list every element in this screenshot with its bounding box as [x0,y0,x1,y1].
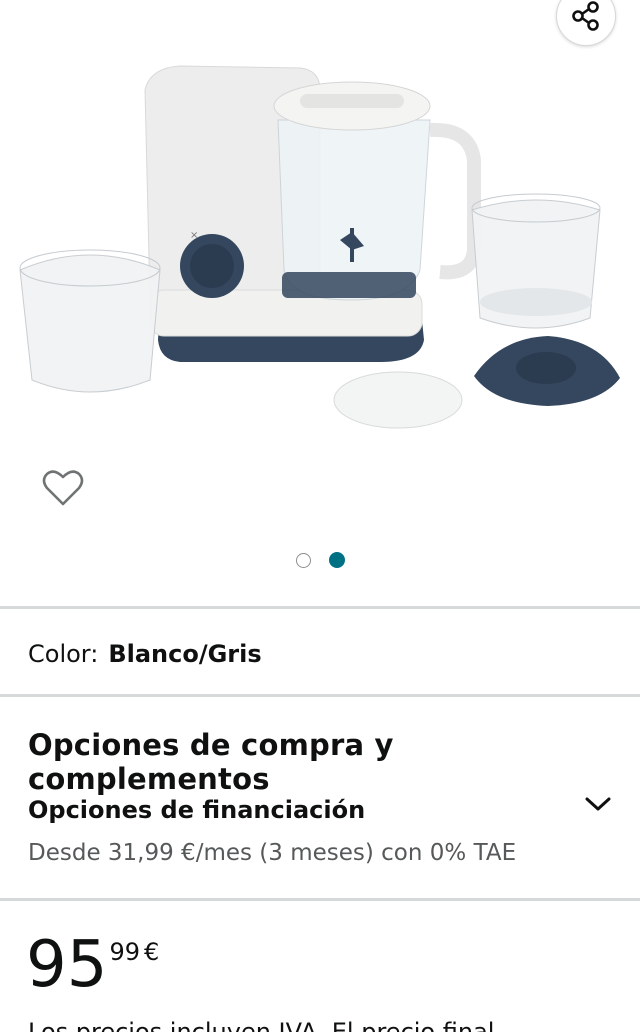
color-value: Blanco/Gris [108,640,262,668]
price-whole: 95 [26,928,108,1002]
product-image[interactable]: × [0,0,640,460]
svg-text:×: × [190,230,198,241]
divider [0,694,640,697]
carousel-dot-2[interactable] [328,552,345,568]
price-currency: € [143,938,160,966]
price-fraction: 99 [109,938,140,966]
color-label: Color: [28,640,99,668]
product-gallery: × [0,0,640,606]
tax-note: Los precios incluyen IVA. El precio fina… [28,1018,495,1032]
color-selector[interactable]: Color: Blanco/Gris [28,640,262,668]
chevron-down-icon [585,797,611,811]
section-title: Opciones de compra y complementos [28,728,394,796]
filter-disc [333,371,463,429]
carousel-dots [0,550,640,570]
divider [0,606,640,609]
share-icon [572,1,599,31]
steam-basket-left [19,254,161,393]
divider [0,898,640,901]
financing-expand-button[interactable] [582,790,614,818]
price: 95 99 € [26,930,159,1000]
carousel-dot-1[interactable] [295,552,311,568]
financing-title[interactable]: Opciones de financiación [28,796,365,824]
add-to-wishlist-button[interactable] [40,466,86,510]
jar-handle [429,122,481,280]
financing-detail: Desde 31,99 €/mes (3 meses) con 0% TAE [28,840,517,866]
heart-icon [42,470,84,506]
